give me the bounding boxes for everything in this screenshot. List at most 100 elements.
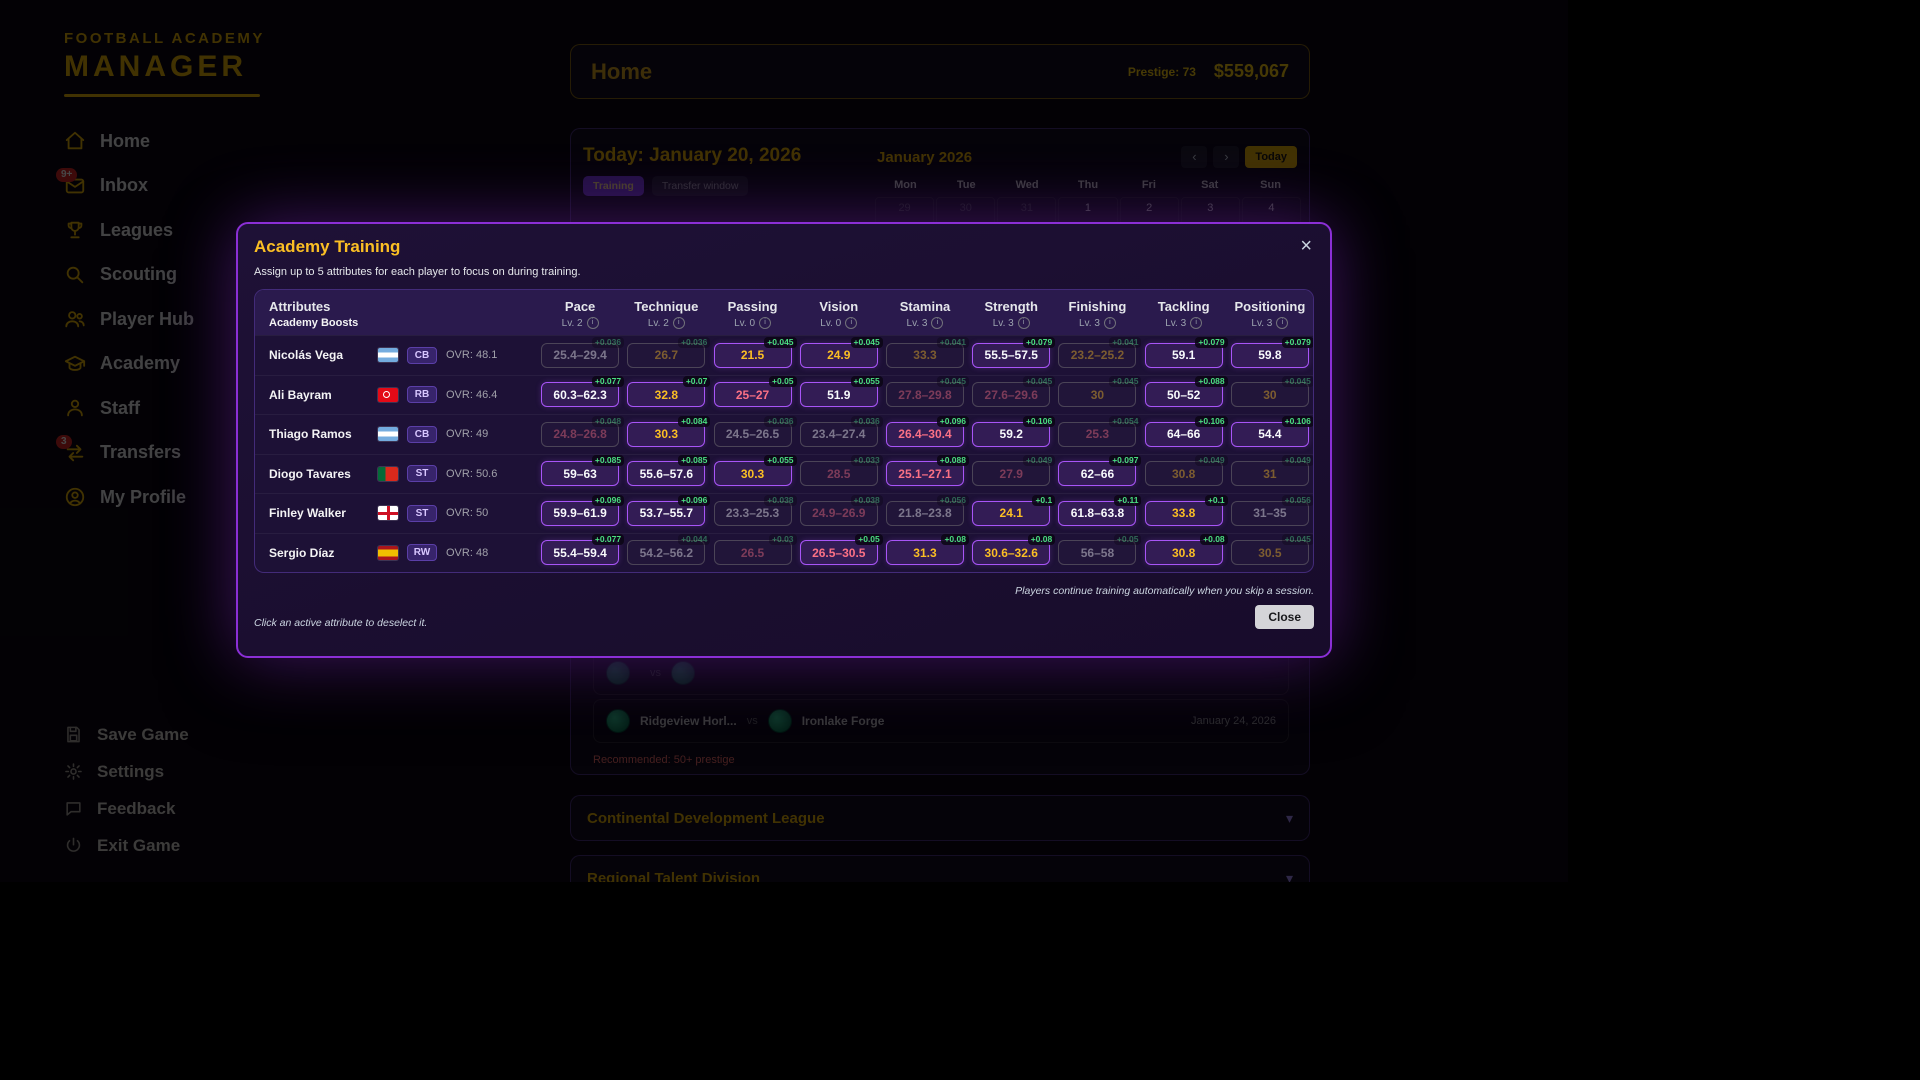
boost-badge: +0.055 [764, 455, 797, 467]
attribute-cell[interactable]: 24.9–26.9 +0.038 [799, 494, 883, 526]
attribute-cell[interactable]: 24.9 +0.045 [799, 336, 883, 368]
player-info-cell: Finley Walker ST OVR: 50 [255, 504, 537, 522]
attribute-cell[interactable]: 27.6–29.6 +0.045 [972, 376, 1056, 408]
attribute-cell[interactable]: 21.5 +0.045 [713, 336, 797, 368]
attribute-value: 51.9 [827, 387, 851, 402]
attribute-cell[interactable]: 31 +0.049 [1230, 455, 1313, 487]
boost-badge: +0.097 [1109, 455, 1142, 467]
attribute-cell[interactable]: 32.8 +0.07 [627, 376, 711, 408]
england-flag-icon [378, 506, 398, 521]
attribute-cell[interactable]: 59.8 +0.079 [1230, 336, 1313, 368]
attribute-value: 24.9–26.9 [812, 506, 866, 521]
attribute-cell[interactable]: 55.4–59.4 +0.077 [541, 534, 625, 566]
attribute-cell[interactable]: 31–35 +0.056 [1230, 494, 1313, 526]
attribute-cell[interactable]: 30.6–32.6 +0.08 [972, 534, 1056, 566]
info-icon[interactable]: i [1103, 317, 1116, 329]
info-icon[interactable]: i [1190, 317, 1203, 329]
attribute-cell[interactable]: 25.4–29.4 +0.036 [541, 336, 625, 368]
attribute-cell[interactable]: 25–27 +0.05 [713, 376, 797, 408]
attribute-cell[interactable]: 51.9 +0.055 [799, 376, 883, 408]
attribute-cell[interactable]: 59.1 +0.079 [1144, 336, 1228, 368]
attribute-value: 26.4–30.4 [898, 427, 952, 442]
attribute-value: 31–35 [1253, 506, 1287, 521]
player-ovr: OVR: 48.1 [446, 349, 498, 362]
attribute-cell[interactable]: 53.7–55.7 +0.096 [627, 494, 711, 526]
boost-badge: +0.036 [678, 336, 711, 348]
attribute-cell-wrap: 55.6–57.6 +0.085 [623, 455, 711, 487]
attribute-value: 30 [1263, 387, 1277, 402]
attribute-cell[interactable]: 55.6–57.6 +0.085 [627, 455, 711, 487]
attribute-cell[interactable]: 26.7 +0.036 [627, 336, 711, 368]
attribute-cell[interactable]: 26.5 +0.03 [713, 534, 797, 566]
modal-footer-right: Players continue training automatically … [1015, 585, 1314, 629]
attribute-cell[interactable]: 25.1–27.1 +0.088 [885, 455, 969, 487]
attribute-cell[interactable]: 30 +0.045 [1230, 376, 1313, 408]
attribute-cell-wrap: 64–66 +0.106 [1141, 415, 1228, 447]
info-icon[interactable]: i [672, 317, 685, 329]
attribute-cell[interactable]: 30.5 +0.045 [1230, 534, 1313, 566]
attribute-cell-wrap: 21.5 +0.045 [709, 336, 797, 368]
attribute-cell-wrap: 50–52 +0.088 [1141, 376, 1228, 408]
attribute-cell[interactable]: 59.9–61.9 +0.096 [541, 494, 625, 526]
modal-title: Academy Training [254, 237, 401, 256]
attribute-cell[interactable]: 30.8 +0.049 [1144, 455, 1228, 487]
attribute-cell[interactable]: 23.2–25.2 +0.041 [1058, 336, 1142, 368]
attribute-cell[interactable]: 64–66 +0.106 [1144, 415, 1228, 447]
attribute-cell[interactable]: 54.4 +0.106 [1230, 415, 1313, 447]
argentina-flag-icon [378, 427, 398, 442]
player-info-cell: Sergio Díaz RW OVR: 48 [255, 544, 537, 562]
attribute-cell[interactable]: 24.1 +0.1 [972, 494, 1056, 526]
boost-badge: +0.05 [855, 534, 883, 546]
info-icon[interactable]: i [845, 317, 858, 329]
boost-badge: +0.08 [1200, 534, 1228, 546]
attribute-cell[interactable]: 62–66 +0.097 [1058, 455, 1142, 487]
attribute-cell[interactable]: 27.9 +0.049 [972, 455, 1056, 487]
attribute-value: 64–66 [1166, 427, 1201, 442]
attribute-cell-wrap: 54.2–56.2 +0.044 [623, 534, 711, 566]
attribute-cell[interactable]: 28.5 +0.033 [799, 455, 883, 487]
boost-badge: +0.054 [1109, 415, 1142, 427]
info-icon[interactable]: i [1017, 317, 1030, 329]
attribute-cell[interactable]: 30.3 +0.055 [713, 455, 797, 487]
attribute-cell[interactable]: 24.8–26.8 +0.048 [541, 415, 625, 447]
info-icon[interactable]: i [1276, 317, 1289, 329]
attribute-cell[interactable]: 59.2 +0.106 [972, 415, 1056, 447]
column-header-vision: Vision [819, 299, 859, 314]
attribute-cell[interactable]: 56–58 +0.05 [1058, 534, 1142, 566]
attribute-cell[interactable]: 25.3 +0.054 [1058, 415, 1142, 447]
attribute-cell[interactable]: 31.3 +0.08 [885, 534, 969, 566]
attribute-value: 23.2–25.2 [1070, 348, 1125, 363]
attribute-cell[interactable]: 26.4–30.4 +0.096 [885, 415, 969, 447]
close-icon[interactable]: × [1300, 236, 1312, 256]
attribute-cell[interactable]: 30.8 +0.08 [1144, 534, 1228, 566]
attribute-cell[interactable]: 54.2–56.2 +0.044 [627, 534, 711, 566]
attribute-cell[interactable]: 50–52 +0.088 [1144, 376, 1228, 408]
attribute-cell[interactable]: 33.3 +0.041 [885, 336, 969, 368]
info-icon[interactable]: i [931, 317, 944, 329]
attribute-cell[interactable]: 23.4–27.4 +0.036 [799, 415, 883, 447]
spain-flag-icon [378, 545, 398, 560]
attribute-cell[interactable]: 27.8–29.8 +0.045 [885, 376, 969, 408]
attribute-cell[interactable]: 26.5–30.5 +0.05 [799, 534, 883, 566]
attribute-cell[interactable]: 21.8–23.8 +0.056 [885, 494, 969, 526]
attribute-cell-wrap: 27.9 +0.049 [968, 455, 1056, 487]
attribute-value: 55.6–57.6 [639, 466, 694, 481]
player-name: Nicolás Vega [269, 348, 344, 363]
attribute-cell[interactable]: 60.3–62.3 +0.077 [541, 376, 625, 408]
boost-badge: +0.036 [850, 415, 883, 427]
info-icon[interactable]: i [759, 317, 772, 329]
attribute-cell[interactable]: 61.8–63.8 +0.11 [1058, 494, 1142, 526]
attribute-cell-wrap: 23.3–25.3 +0.038 [709, 494, 797, 526]
attribute-cell[interactable]: 24.5–26.5 +0.036 [713, 415, 797, 447]
attribute-cell[interactable]: 59–63 +0.085 [541, 455, 625, 487]
attribute-cell[interactable]: 33.8 +0.1 [1144, 494, 1228, 526]
boost-badge: +0.045 [1281, 376, 1313, 388]
attribute-cell[interactable]: 23.3–25.3 +0.038 [713, 494, 797, 526]
attribute-value: 21.5 [740, 348, 765, 363]
attribute-cell[interactable]: 55.5–57.5 +0.079 [972, 336, 1056, 368]
attribute-cell[interactable]: 30 +0.045 [1058, 376, 1142, 408]
close-button[interactable]: Close [1255, 605, 1314, 629]
attribute-cell[interactable]: 30.3 +0.084 [627, 415, 711, 447]
attribute-cell-wrap: 31–35 +0.056 [1227, 494, 1313, 526]
info-icon[interactable]: i [586, 317, 599, 329]
